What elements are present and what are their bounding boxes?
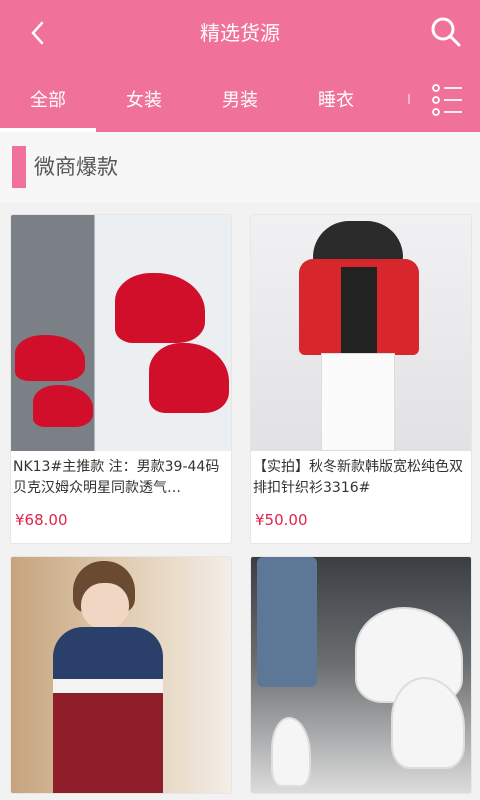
- category-tabs: 全部 女装 男装 睡衣: [0, 66, 480, 132]
- list-menu-icon: [432, 84, 462, 116]
- product-card[interactable]: 【实拍】秋冬新款韩版宽松纯色双排扣针织衫3316# ¥50.00: [250, 214, 472, 544]
- tab-all[interactable]: 全部: [0, 66, 96, 132]
- tab-women[interactable]: 女装: [96, 66, 192, 132]
- search-button[interactable]: [430, 16, 462, 48]
- product-card[interactable]: [250, 556, 472, 794]
- product-description: 【实拍】秋冬新款韩版宽松纯色双排扣针织衫3316#: [253, 459, 463, 496]
- product-image: [251, 215, 471, 451]
- search-icon: [431, 17, 461, 47]
- product-image: [251, 557, 471, 793]
- page-title: 精选货源: [200, 21, 280, 45]
- section-title: 微商爆款: [34, 155, 118, 179]
- product-image: [11, 557, 231, 793]
- product-description: NK13#主推款 注：男款39-44码 贝克汉姆众明星同款透气…: [13, 459, 220, 496]
- section-accent-bar: [12, 146, 26, 188]
- section-header: 微商爆款: [0, 132, 480, 202]
- tab-men[interactable]: 男装: [192, 66, 288, 132]
- top-bar: 精选货源: [0, 0, 480, 66]
- product-card[interactable]: NK13#主推款 注：男款39-44码 贝克汉姆众明星同款透气… ¥68.00: [10, 214, 232, 544]
- product-price: ¥68.00: [15, 511, 68, 529]
- product-image: [11, 215, 231, 451]
- category-menu-button[interactable]: [424, 82, 468, 118]
- tab-sleepwear[interactable]: 睡衣: [288, 66, 384, 132]
- tab-overflow-hint: [408, 94, 412, 104]
- product-price: ¥50.00: [255, 511, 308, 529]
- product-card[interactable]: [10, 556, 232, 794]
